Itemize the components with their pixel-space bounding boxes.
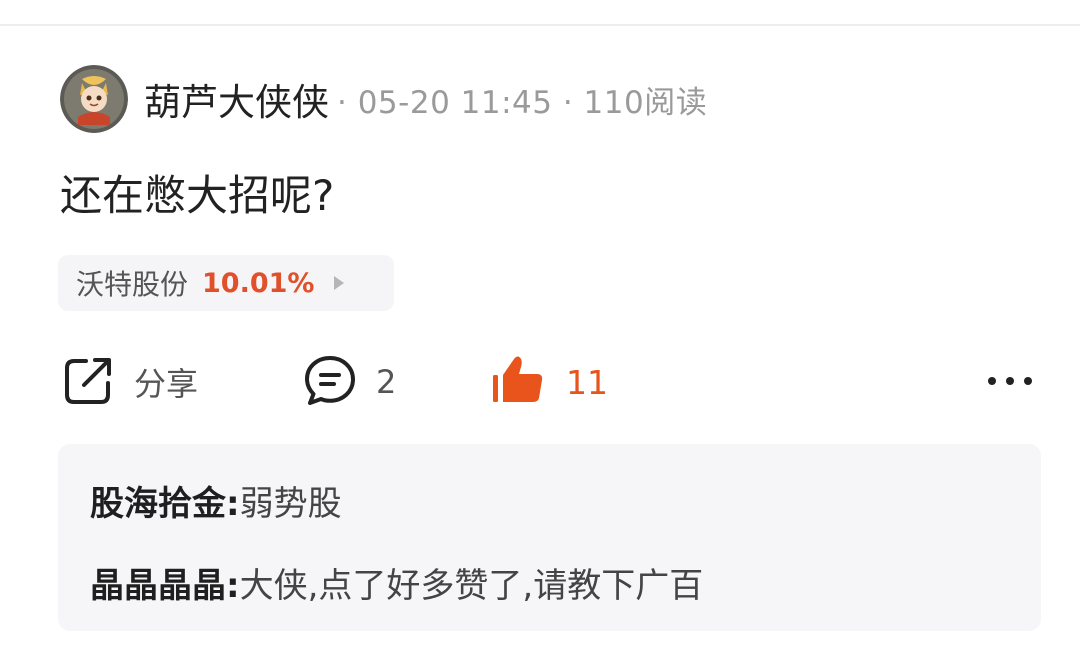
comment-separator: : xyxy=(226,484,240,524)
chevron-right-icon xyxy=(334,276,345,290)
stock-name: 沃特股份 xyxy=(76,268,189,301)
stock-chip[interactable]: 沃特股份 10.01% xyxy=(58,255,394,311)
avatar-image xyxy=(60,65,128,133)
comment-author[interactable]: 晶晶晶晶 xyxy=(90,566,226,606)
share-icon xyxy=(62,353,116,411)
more-button[interactable] xyxy=(986,352,1034,412)
comment-button[interactable]: 2 xyxy=(302,352,396,412)
comment-text: 大侠,点了好多赞了,请教下广百 xyxy=(239,566,704,606)
action-bar: 分享 2 11 xyxy=(0,352,1080,412)
stock-change: 10.01% xyxy=(202,267,315,299)
comments-preview[interactable]: 股海拾金:弱势股 晶晶晶晶:大侠,点了好多赞了,请教下广百 xyxy=(58,444,1041,631)
post-meta: · 05-20 11:45 · 110阅读 xyxy=(337,84,708,121)
post-header: 葫芦大侠侠 · 05-20 11:45 · 110阅读 xyxy=(60,64,707,134)
more-icon xyxy=(986,373,1034,392)
comment-item[interactable]: 晶晶晶晶:大侠,点了好多赞了,请教下广百 xyxy=(90,558,703,607)
like-button[interactable]: 11 xyxy=(490,352,608,412)
comment-text: 弱势股 xyxy=(239,484,342,524)
top-divider xyxy=(0,24,1080,26)
comment-count: 2 xyxy=(376,363,397,401)
comment-icon xyxy=(302,352,358,412)
thumbs-up-icon xyxy=(490,355,546,409)
like-count: 11 xyxy=(566,362,608,402)
comment-item[interactable]: 股海拾金:弱势股 xyxy=(90,476,342,525)
share-label: 分享 xyxy=(134,365,199,403)
comment-author[interactable]: 股海拾金 xyxy=(90,484,226,524)
post-text: 还在憋大招呢? xyxy=(60,171,335,220)
comment-separator: : xyxy=(226,566,240,606)
share-button[interactable]: 分享 xyxy=(62,352,198,412)
avatar[interactable] xyxy=(60,65,128,133)
author-name[interactable]: 葫芦大侠侠 xyxy=(144,72,329,126)
